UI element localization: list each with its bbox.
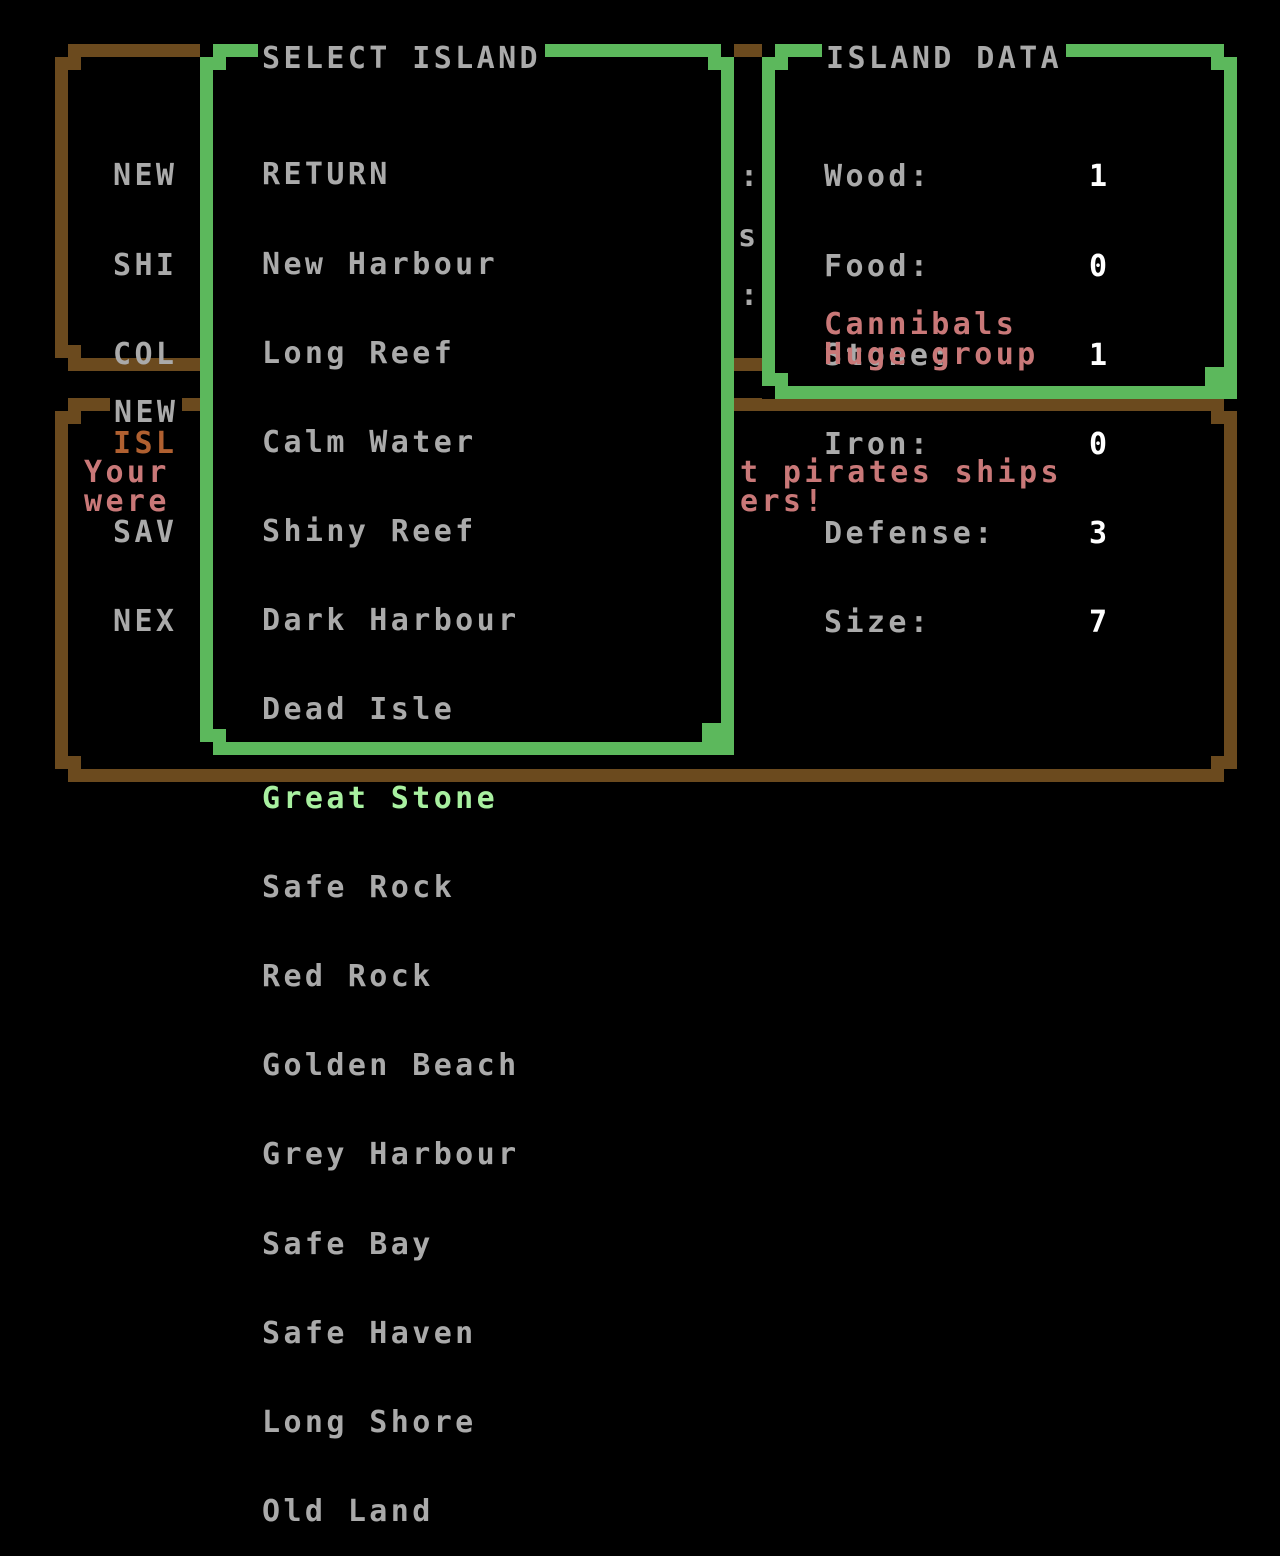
stat-value-iron: 0 — [1089, 426, 1111, 462]
island-stats-labels: Wood: Food: Stone: Iron: Defense: Size: — [824, 103, 996, 667]
island-option[interactable]: Dead Isle — [262, 695, 520, 725]
island-option[interactable]: Dark Harbour — [262, 606, 520, 636]
menu-fragment: : — [740, 278, 762, 313]
frame-corner — [55, 358, 68, 371]
menu-item-colony[interactable]: COL — [113, 339, 177, 370]
news-title: NEW — [110, 398, 183, 428]
frame-corner — [1211, 411, 1224, 424]
island-option[interactable]: Long Shore — [262, 1407, 520, 1438]
frame-corner — [213, 57, 226, 70]
island-option[interactable]: Old Land — [262, 1496, 520, 1527]
stat-label-iron: Iron: — [824, 426, 932, 462]
frame-corner — [1224, 398, 1237, 411]
island-data-title: ISLAND DATA — [822, 44, 1067, 74]
menu-fragment: s — [738, 219, 760, 254]
frame-corner — [68, 57, 81, 70]
island-option[interactable]: Red Rock — [262, 962, 520, 992]
stat-value-size: 7 — [1089, 604, 1111, 640]
frame-corner — [213, 729, 226, 742]
news-line-2-left: were — [84, 484, 170, 519]
island-option[interactable]: Calm Water — [262, 427, 520, 458]
stat-value-defense: 3 — [1089, 515, 1111, 551]
island-option[interactable]: Golden Beach — [262, 1051, 520, 1081]
frame-corner — [721, 44, 734, 57]
island-option[interactable]: Safe Bay — [262, 1229, 520, 1260]
frame-corner — [1224, 44, 1237, 57]
frame-corner — [68, 345, 81, 358]
island-option[interactable]: Safe Haven — [262, 1318, 520, 1349]
news-line-2-right: ers! — [740, 484, 826, 519]
stat-label-food: Food: — [824, 248, 932, 284]
frame-corner — [1211, 57, 1224, 70]
menu-item-ships[interactable]: SHI — [113, 250, 177, 281]
frame-corner — [55, 769, 68, 782]
island-option[interactable]: Shiny Reef — [262, 516, 520, 547]
stat-label-wood: Wood: — [824, 159, 932, 195]
island-option[interactable]: New Harbour — [262, 249, 520, 280]
select-island-title: SELECT ISLAND — [258, 44, 545, 74]
stat-label-defense: Defense: — [824, 515, 996, 551]
island-option[interactable]: Grey Harbour — [262, 1140, 520, 1170]
frame-corner — [1211, 756, 1224, 769]
frame-corner — [200, 742, 213, 755]
frame-corner — [55, 44, 68, 57]
menu-fragment: : — [740, 159, 762, 194]
island-option[interactable]: Safe Rock — [262, 873, 520, 903]
frame-corner — [1224, 769, 1237, 782]
frame-corner — [775, 373, 788, 386]
island-stats-values: 1 0 1 0 3 7 — [1089, 103, 1132, 667]
frame-corner — [702, 723, 721, 742]
frame-corner — [200, 44, 213, 57]
frame-corner — [68, 411, 81, 424]
island-inhabitants: Cannibals — [824, 307, 1018, 342]
stat-label-size: Size: — [824, 604, 932, 640]
menu-item-new[interactable]: NEW — [113, 161, 177, 191]
stat-value-stone: 1 — [1089, 337, 1111, 373]
stat-value-food: 0 — [1089, 248, 1111, 284]
stat-value-wood: 1 — [1089, 159, 1111, 195]
frame-corner — [68, 756, 81, 769]
frame-corner — [775, 57, 788, 70]
island-group-size: Huge group — [824, 337, 1039, 372]
frame-corner — [708, 57, 721, 70]
frame-corner — [762, 44, 775, 57]
frame-corner — [1205, 367, 1224, 386]
frame-corner — [55, 398, 68, 411]
frame-corner — [762, 386, 775, 399]
island-option-return[interactable]: RETURN — [262, 160, 520, 190]
island-option[interactable]: Long Reef — [262, 338, 520, 369]
island-option-selected[interactable]: Great Stone — [262, 784, 520, 814]
